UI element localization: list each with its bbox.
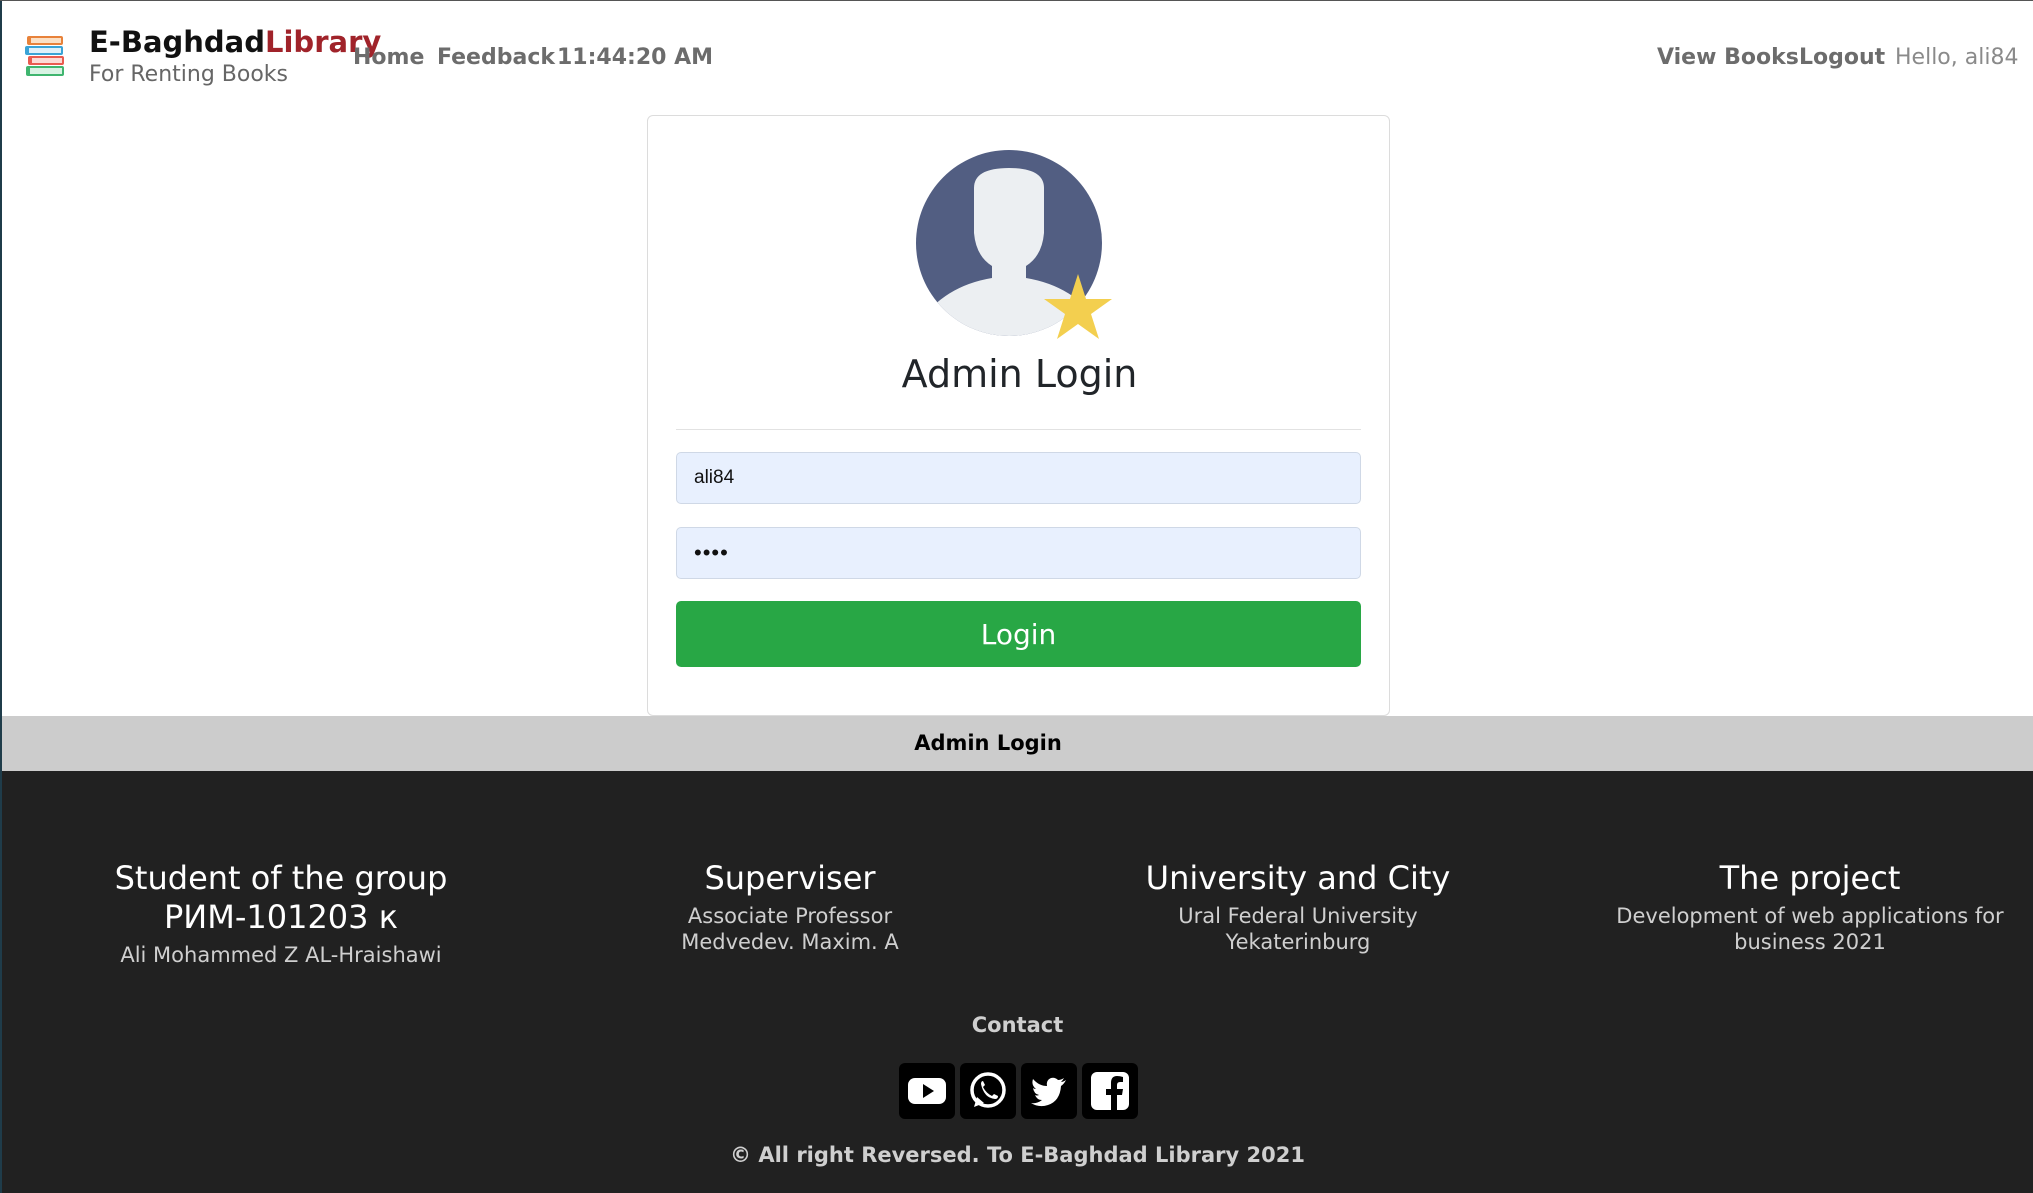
card-title: Admin Login [901,352,1138,396]
nav-home-link[interactable]: Home [353,45,424,70]
username-input[interactable] [676,452,1361,504]
twitter-icon[interactable] [1021,1063,1077,1119]
footer: Student of the group РИМ-101203 к Ali Moh… [2,771,2033,1193]
footer-university-title: University and City [1145,859,1451,897]
footer-project-line1: Development of web applications for [1616,904,2004,928]
copyright-text: © All right Reversed. To E-Baghdad Libra… [730,1143,1305,1167]
brand-title[interactable]: E-BaghdadLibrary [89,25,381,59]
whatsapp-icon[interactable] [960,1063,1016,1119]
footer-student-title-line1: Student of the group [114,859,448,897]
books-logo-icon[interactable] [24,34,68,82]
login-card: Admin Login Login [647,115,1390,716]
footer-project-text: Development of web applications for busin… [1600,903,2020,955]
footer-university-line2: Yekaterinburg [1225,930,1371,954]
footer-supervisor-text: Associate Professor Medvedev. Maxim. A [600,903,980,955]
footer-supervisor-line1: Associate Professor [687,904,893,928]
footer-column-supervisor: Superviser Associate Professor Medvedev. … [600,859,980,955]
brand-name: E-Baghdad [89,25,266,59]
footer-supervisor-line2: Medvedev. Maxim. A [681,930,899,954]
nav-feedback-link[interactable]: Feedback [437,45,555,70]
footer-column-university: University and City Ural Federal Univers… [1108,859,1488,955]
brand-subtitle: For Renting Books [89,62,288,87]
login-button[interactable]: Login [676,601,1361,667]
nav-logout-link[interactable]: Logout [1799,45,1885,70]
footer-project-title: The project [1719,859,1901,897]
footer-university-line1: Ural Federal University [1178,904,1418,928]
navbar: E-BaghdadLibrary For Renting Books Home … [2,1,2033,113]
footer-student-name: Ali Mohammed Z AL-Hraishawi [120,943,442,967]
status-bar: Admin Login [2,716,2033,771]
status-bar-text: Admin Login [914,731,1062,755]
card-divider [676,429,1361,430]
footer-column-student: Student of the group РИМ-101203 к Ali Moh… [91,859,471,968]
facebook-icon[interactable] [1082,1063,1138,1119]
footer-student-title: Student of the group РИМ-101203 к [91,859,471,937]
contact-label: Contact [971,1013,1064,1037]
footer-student-title-line2: РИМ-101203 к [163,898,399,936]
admin-avatar-icon [916,150,1112,339]
footer-supervisor-title: Superviser [704,859,876,897]
user-greeting: Hello, ali84 [1895,45,2019,70]
password-input[interactable] [676,527,1361,579]
footer-project-line2: business 2021 [1734,930,1886,954]
footer-university-text: Ural Federal University Yekaterinburg [1108,903,1488,955]
nav-view-books-link[interactable]: View Books [1657,45,1799,70]
youtube-icon[interactable] [899,1063,955,1119]
clock-display: 11:44:20 AM [557,45,714,70]
footer-column-project: The project Development of web applicati… [1600,859,2020,955]
